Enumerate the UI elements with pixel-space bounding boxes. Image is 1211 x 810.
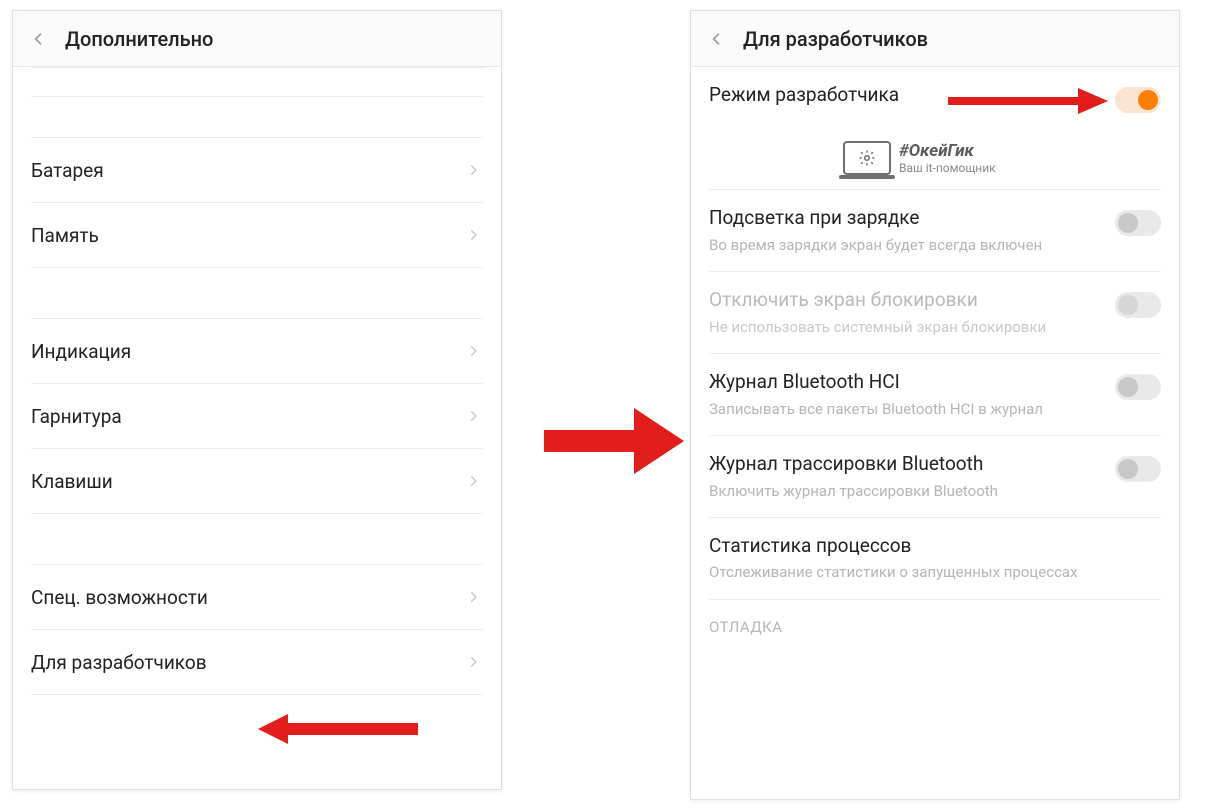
chevron-right-icon xyxy=(463,341,483,361)
row-bluetooth-trace-log[interactable]: Журнал трассировки Bluetooth Включить жу… xyxy=(691,436,1179,517)
row-text: Журнал трассировки Bluetooth Включить жу… xyxy=(709,452,1115,501)
settings-list: Батарея Память Индикация Гарнитура xyxy=(13,67,501,695)
row-text: Журнал Bluetooth HCI Записывать все паке… xyxy=(709,370,1115,419)
row-battery[interactable]: Батарея xyxy=(13,138,501,202)
watermark: #ОкейГик Ваш it-помощник xyxy=(843,141,996,175)
toggle-switch xyxy=(1115,292,1161,318)
row-subtitle: Включить журнал трассировки Bluetooth xyxy=(709,481,1105,501)
row-subtitle: Во время зарядки экран будет всегда вклю… xyxy=(709,235,1105,255)
row-title: Журнал трассировки Bluetooth xyxy=(709,452,1105,477)
row-label: Клавиши xyxy=(31,470,463,493)
row-text: Статистика процессов Отслеживание статис… xyxy=(709,534,1161,583)
phone-right-developer-options: Для разработчиков Режим разработчика #Ок… xyxy=(690,10,1180,800)
section-header-debug: ОТЛАДКА xyxy=(691,600,1179,642)
chevron-right-icon xyxy=(463,587,483,607)
row-subtitle: Не использовать системный экран блокиров… xyxy=(709,317,1105,337)
row-text: Режим разработчика xyxy=(709,83,1115,108)
developer-list: Режим разработчика #ОкейГик Ваш it-помощ… xyxy=(691,67,1179,642)
chevron-right-icon xyxy=(463,160,483,180)
row-title: Режим разработчика xyxy=(709,83,1105,108)
header-bar: Для разработчиков xyxy=(691,11,1179,67)
laptop-icon xyxy=(843,141,891,175)
divider xyxy=(31,694,483,695)
spacer xyxy=(13,268,501,318)
spacer xyxy=(13,514,501,564)
chevron-right-icon xyxy=(463,652,483,672)
chevron-right-icon xyxy=(463,225,483,245)
toggle-switch[interactable] xyxy=(1115,87,1161,113)
arrow-center-annotation-icon xyxy=(544,408,684,474)
row-text: Подсветка при зарядке Во время зарядки э… xyxy=(709,206,1115,255)
row-disable-lockscreen: Отключить экран блокировки Не использова… xyxy=(691,272,1179,353)
watermark-line1: #ОкейГик xyxy=(899,141,996,161)
toggle-switch[interactable] xyxy=(1115,374,1161,400)
row-label: Индикация xyxy=(31,340,463,363)
chevron-right-icon xyxy=(463,471,483,491)
header-bar: Дополнительно xyxy=(13,11,501,67)
row-subtitle: Записывать все пакеты Bluetooth HCI в жу… xyxy=(709,399,1105,419)
row-text: Отключить экран блокировки Не использова… xyxy=(709,288,1115,337)
row-memory[interactable]: Память xyxy=(13,203,501,267)
row-accessibility[interactable]: Спец. возможности xyxy=(13,565,501,629)
row-backlight-charging[interactable]: Подсветка при зарядке Во время зарядки э… xyxy=(691,190,1179,271)
back-icon[interactable] xyxy=(705,27,729,51)
row-bluetooth-hci-log[interactable]: Журнал Bluetooth HCI Записывать все паке… xyxy=(691,354,1179,435)
watermark-line2: Ваш it-помощник xyxy=(899,161,996,175)
row-title: Отключить экран блокировки xyxy=(709,288,1105,313)
row-developer-options[interactable]: Для разработчиков xyxy=(13,630,501,694)
toggle-switch[interactable] xyxy=(1115,456,1161,482)
row-label: Батарея xyxy=(31,159,463,182)
row-subtitle: Отслеживание статистики о запущенных про… xyxy=(709,562,1151,582)
chevron-right-icon xyxy=(463,406,483,426)
row-process-stats[interactable]: Статистика процессов Отслеживание статис… xyxy=(691,518,1179,599)
row-title: Журнал Bluetooth HCI xyxy=(709,370,1105,395)
row-keys[interactable]: Клавиши xyxy=(13,449,501,513)
row-title: Статистика процессов xyxy=(709,534,1151,559)
spacer xyxy=(13,97,501,137)
row-headset[interactable]: Гарнитура xyxy=(13,384,501,448)
row-label: Память xyxy=(31,224,463,247)
row-indication[interactable]: Индикация xyxy=(13,319,501,383)
row-developer-mode[interactable]: Режим разработчика xyxy=(691,67,1179,129)
row-label: Гарнитура xyxy=(31,405,463,428)
page-title: Для разработчиков xyxy=(743,27,928,51)
spacer xyxy=(13,68,501,96)
row-label: Спец. возможности xyxy=(31,586,463,609)
page-title: Дополнительно xyxy=(65,27,213,51)
back-icon[interactable] xyxy=(27,27,51,51)
row-label: Для разработчиков xyxy=(31,651,463,674)
toggle-switch[interactable] xyxy=(1115,210,1161,236)
phone-left-additional-settings: Дополнительно Батарея Память Индикация xyxy=(12,10,502,790)
row-title: Подсветка при зарядке xyxy=(709,206,1105,231)
